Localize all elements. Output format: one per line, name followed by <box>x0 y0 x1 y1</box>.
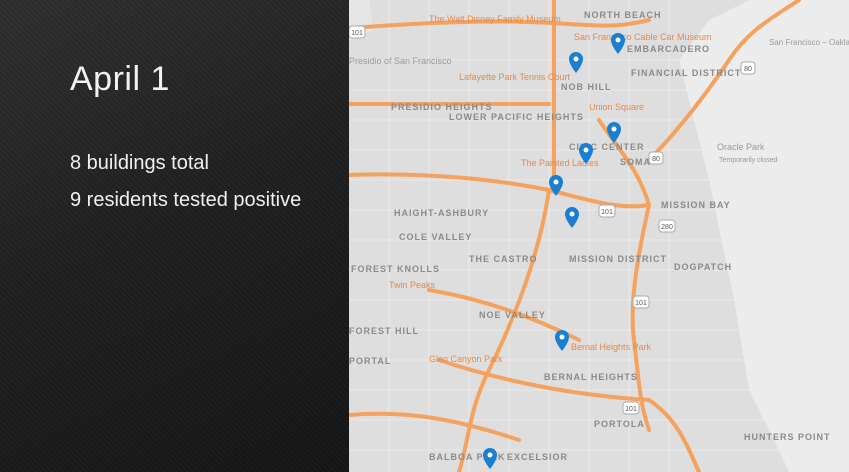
svg-text:101: 101 <box>635 300 647 307</box>
bullet-list: 8 buildings total 9 residents tested pos… <box>70 150 310 224</box>
label-financial: FINANCIAL DISTRICT <box>631 68 741 78</box>
label-presidio: Presidio of San Francisco <box>349 56 452 66</box>
label-soma: SOMA <box>620 157 651 167</box>
label-castro: THE CASTRO <box>469 254 538 264</box>
label-forest-hill: FOREST HILL <box>349 326 419 336</box>
label-nob-hill: NOB HILL <box>561 82 612 92</box>
svg-text:280: 280 <box>661 224 673 231</box>
label-walt-disney: The Walt Disney Family Museum <box>429 14 561 24</box>
label-haight: HAIGHT-ASHBURY <box>394 208 489 218</box>
svg-text:80: 80 <box>744 66 752 73</box>
label-oracle: Oracle Park <box>717 142 765 152</box>
label-presidio-heights: PRESIDIO HEIGHTS <box>391 102 493 112</box>
svg-text:101: 101 <box>601 209 613 216</box>
map-canvas[interactable]: 101 101 101 101 280 80 80 NORTH BEACH EM… <box>349 0 849 472</box>
label-cable-car: San Francisco Cable Car Museum <box>574 32 712 42</box>
label-union-square: Union Square <box>589 102 644 112</box>
label-dogpatch: DOGPATCH <box>674 262 732 272</box>
label-embarcadero: EMBARCADERO <box>627 44 710 54</box>
slide-panel: April 1 8 buildings total 9 residents te… <box>0 0 349 472</box>
bullet-residents: 9 residents tested positive <box>70 189 302 211</box>
label-lower-pacific: LOWER PACIFIC HEIGHTS <box>449 112 584 122</box>
label-mission: MISSION DISTRICT <box>569 254 667 264</box>
label-mission-bay: MISSION BAY <box>661 200 731 210</box>
label-bernal-park: Bernal Heights Park <box>571 342 652 352</box>
label-bernal-heights: BERNAL HEIGHTS <box>544 372 638 382</box>
svg-text:80: 80 <box>652 156 660 163</box>
label-lafayette: Lafayette Park Tennis Court <box>459 72 570 82</box>
svg-text:101: 101 <box>625 406 637 413</box>
label-bay-bridge: San Francisco – Oakland Bay Bridge <box>769 38 849 47</box>
label-forest-knolls: FOREST KNOLLS <box>351 264 440 274</box>
label-twin-peaks: Twin Peaks <box>389 280 436 290</box>
slide-title: April 1 <box>70 60 170 98</box>
svg-text:101: 101 <box>351 30 363 37</box>
label-north-beach: NORTH BEACH <box>584 10 662 20</box>
bullet-buildings: 8 buildings total <box>70 152 209 174</box>
label-excelsior: EXCELSIOR <box>507 452 568 462</box>
map-panel[interactable]: 101 101 101 101 280 80 80 NORTH BEACH EM… <box>349 0 849 472</box>
label-portal: PORTAL <box>349 356 391 366</box>
label-glen-canyon: Glen Canyon Park <box>429 354 503 364</box>
label-hunters-point: HUNTERS POINT <box>744 432 831 442</box>
label-cole-valley: COLE VALLEY <box>399 232 472 242</box>
label-oracle-closed: Temporarily closed <box>719 157 777 164</box>
label-portola: PORTOLA <box>594 419 645 429</box>
label-noe-valley: NOE VALLEY <box>479 310 546 320</box>
